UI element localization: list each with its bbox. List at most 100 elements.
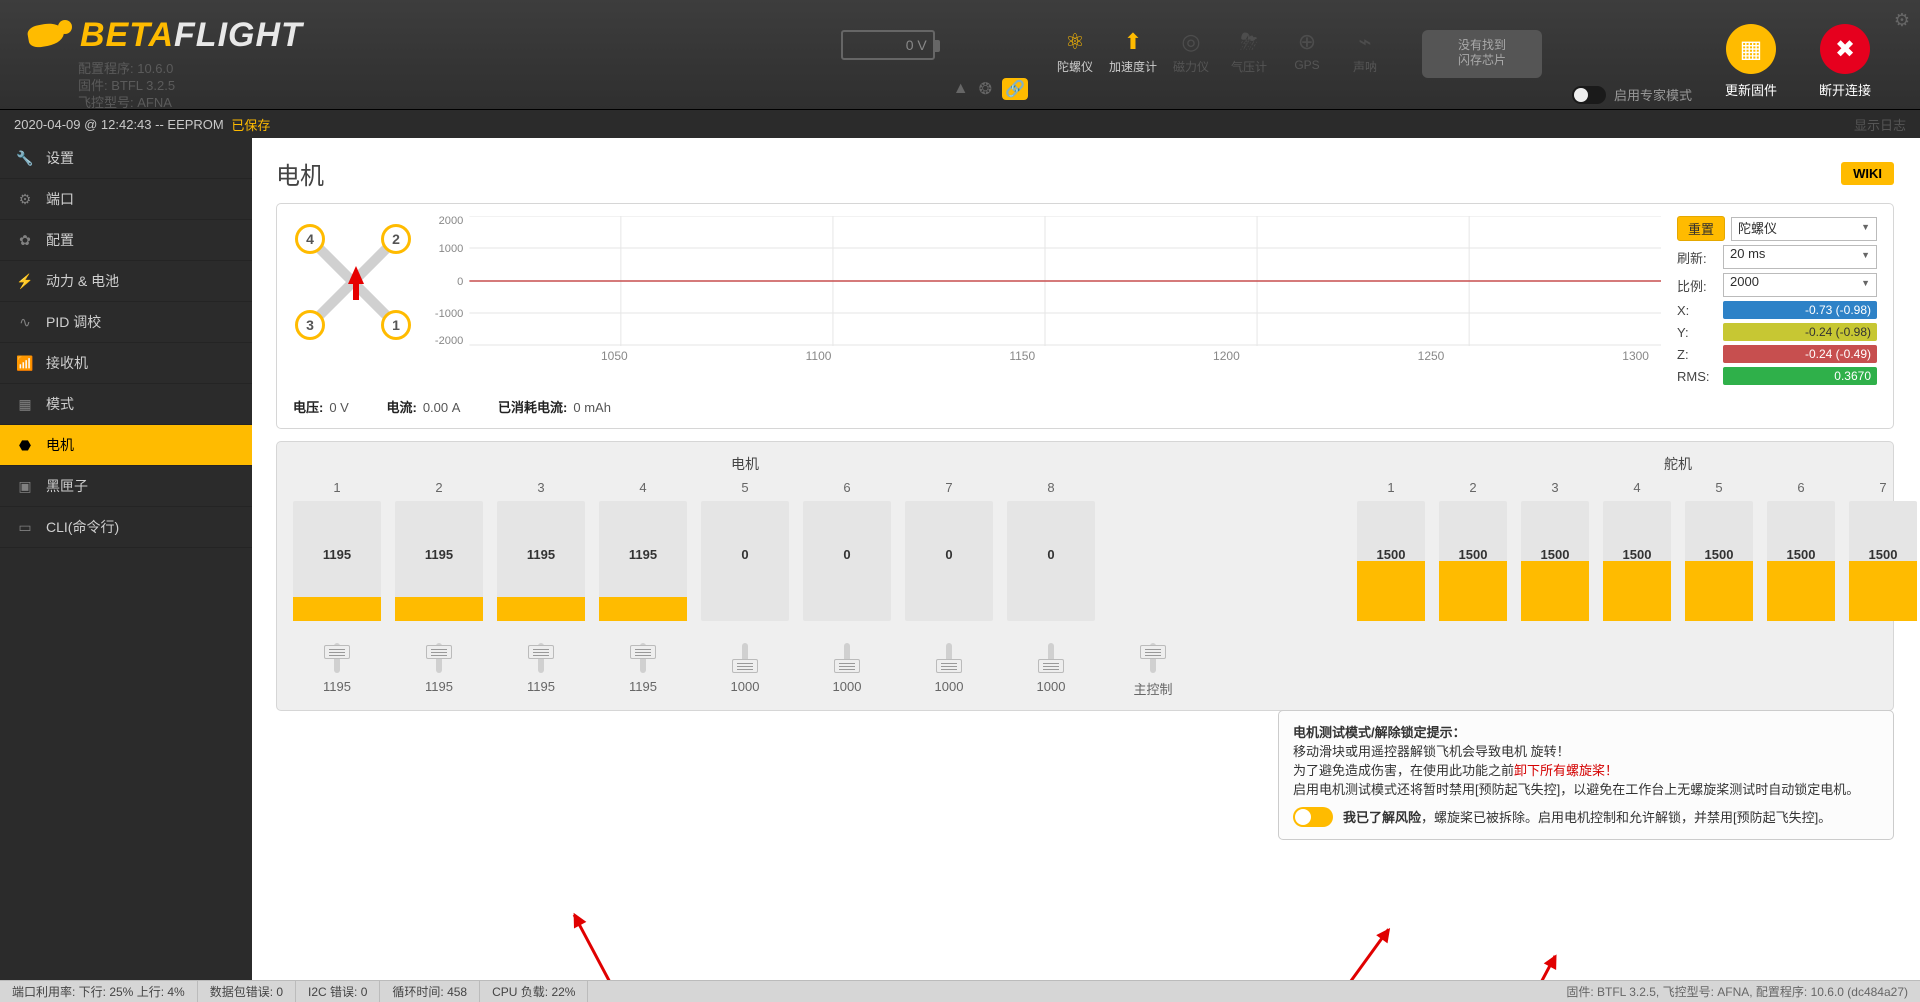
svg-text:1000: 1000 [439,243,464,255]
annotation-arrow-2 [1300,928,1389,980]
footer-port-util: 端口利用率: 下行: 25% 上行: 4% [0,981,198,1002]
forward-arrow-icon [348,266,364,284]
usb-disconnect-icon: ✖ [1820,24,1870,74]
tab-接收机[interactable]: 📶接收机 [0,343,252,384]
sensor-气压计: ⛈气压计 [1222,26,1276,75]
tab-电机[interactable]: ⬣电机 [0,425,252,466]
sensor-磁力仪: ◎磁力仪 [1164,26,1218,75]
page-title: 电机 [276,156,324,191]
sensor-陀螺仪: ⚛陀螺仪 [1048,26,1102,75]
refresh-select[interactable]: 20 ms [1723,245,1877,269]
show-log-button[interactable]: 显示日志 [1854,115,1906,134]
tab-端口[interactable]: ⚙端口 [0,179,252,220]
tab-设置[interactable]: 🔧设置 [0,138,252,179]
motor-slider-1[interactable]: 1195 [293,643,381,698]
sensor-加速度计: ⬆加速度计 [1106,26,1160,75]
motor-bar-4: 41195 [599,480,687,621]
motor-slider-2[interactable]: 1195 [395,643,483,698]
gyro-graph-panel: 42 31 2000 [276,203,1894,429]
expert-mode-switch[interactable] [1572,86,1606,104]
global-settings-icon[interactable]: ⚙ [1894,10,1910,31]
update-firmware-button[interactable]: ▦ 更新固件 [1716,24,1786,109]
motor-slider-6[interactable]: 1000 [803,643,891,698]
y-value: -0.24 (-0.98) [1723,323,1877,341]
motor-bar-6: 60 [803,480,891,621]
footer-i2c-err: I2C 错误: 0 [296,981,380,1002]
motor-bar-5: 50 [701,480,789,621]
power-readout: 电压:0 V 电流:0.00 A 已消耗电流:0 mAh [293,397,1877,416]
tab-PID 调校[interactable]: ∿PID 调校 [0,302,252,343]
motor-test-warning: 电机测试模式/解除锁定提示： 移动滑块或用遥控器解锁飞机会导致电机 旋转！ 为了… [1278,710,1894,840]
svg-text:-2000: -2000 [435,335,463,346]
header-status-icons: ▲ ❂ 🔗 [953,0,1028,109]
battery-indicator: 0 V [841,30,935,60]
sensor-indicators: ⚛陀螺仪⬆加速度计◎磁力仪⛈气压计⊕GPS⌁声呐 [1048,26,1392,109]
motors-title: 电机 [293,454,1197,474]
top-bar: BETAFLIGHT 配置程序: 10.6.0 固件: BTFL 3.2.5 飞… [0,0,1920,110]
motor-layout-diagram: 42 31 [293,222,413,342]
svg-text:2000: 2000 [439,216,464,227]
motor-slider-7[interactable]: 1000 [905,643,993,698]
tab-模式[interactable]: ▦模式 [0,384,252,425]
motor-bar-2: 21195 [395,480,483,621]
servo-bar-1: 11500 [1357,480,1425,621]
tab-CLI(命令行)[interactable]: ▭CLI(命令行) [0,507,252,548]
sensor-GPS: ⊕GPS [1280,26,1334,72]
motor-slider-4[interactable]: 1195 [599,643,687,698]
acknowledge-switch[interactable] [1293,807,1333,827]
warning-icon: ▲ [953,80,969,98]
footer-firmware-info: 固件: BTFL 3.2.5, 飞控型号: AFNA, 配置程序: 10.6.0… [1566,983,1920,1000]
tab-配置[interactable]: ✿配置 [0,220,252,261]
parachute-icon: ❂ [979,79,992,99]
motor-bar-7: 70 [905,480,993,621]
app-logo-text: BETAFLIGHT [80,16,303,55]
sidebar: 🔧设置⚙端口✿配置⚡动力 & 电池∿PID 调校📶接收机▦模式⬣电机▣黑匣子▭C… [0,138,252,980]
servo-bar-2: 21500 [1439,480,1507,621]
chip-icon: ▦ [1726,24,1776,74]
wasp-icon [18,14,76,56]
motor-bar-8: 80 [1007,480,1095,621]
expert-mode-label: 启用专家模式 [1614,85,1692,104]
rms-value: 0.3670 [1723,367,1877,385]
footer-bar: 端口利用率: 下行: 25% 上行: 4% 数据包错误: 0 I2C 错误: 0… [0,980,1920,1002]
svg-text:-1000: -1000 [435,308,463,320]
motor-slider-3[interactable]: 1195 [497,643,585,698]
content-area: 电机 WIKI 42 31 [252,138,1920,980]
log-strip: 2020-04-09 @ 12:42:43 -- EEPROM 已保存 显示日志 [0,110,1920,138]
servo-bar-4: 41500 [1603,480,1671,621]
motor-bar-3: 31195 [497,480,585,621]
annotation-arrow-3 [573,914,631,980]
expert-mode-toggle-row: 启用专家模式 [1572,80,1692,109]
tab-动力 & 电池[interactable]: ⚡动力 & 电池 [0,261,252,302]
master-slider[interactable]: 主控制 [1109,643,1197,698]
footer-cpu-load: CPU 负载: 22% [480,981,588,1002]
footer-packet-err: 数据包错误: 0 [198,981,296,1002]
z-value: -0.24 (-0.49) [1723,345,1877,363]
link-icon: 🔗 [1002,78,1028,100]
reset-button[interactable]: 重置 [1677,216,1725,241]
header-meta: 配置程序: 10.6.0 固件: BTFL 3.2.5 飞控型号: AFNA [78,60,303,111]
footer-cycle-time: 循环时间: 458 [380,981,480,1002]
motor-slider-5[interactable]: 1000 [701,643,789,698]
annotation-arrow-1 [1502,955,1556,980]
logo-block: BETAFLIGHT 配置程序: 10.6.0 固件: BTFL 3.2.5 飞… [0,0,321,109]
source-select[interactable]: 陀螺仪 [1731,217,1877,241]
servo-bar-7: 71500 [1849,480,1917,621]
gyro-chart: 2000 1000 0 -1000 -2000 1050 11001150 12… [429,216,1661,378]
graph-controls: 重置 陀螺仪 刷新:20 ms 比例:2000 X:-0.73 (-0.98) … [1677,216,1877,389]
sensor-声呐: ⌁声呐 [1338,26,1392,75]
scale-select[interactable]: 2000 [1723,273,1877,297]
x-value: -0.73 (-0.98) [1723,301,1877,319]
dataflash-status: 没有找到闪存芯片 [1422,30,1542,78]
servo-bar-6: 61500 [1767,480,1835,621]
servo-bar-5: 51500 [1685,480,1753,621]
svg-text:0: 0 [457,276,463,288]
motor-slider-8[interactable]: 1000 [1007,643,1095,698]
wiki-button[interactable]: WIKI [1841,162,1894,185]
disconnect-button[interactable]: ✖ 断开连接 [1810,24,1880,109]
servos-title: 舵机 [1357,454,1920,474]
servo-bar-3: 31500 [1521,480,1589,621]
motor-bar-1: 11195 [293,480,381,621]
tab-黑匣子[interactable]: ▣黑匣子 [0,466,252,507]
motor-output-panel: 电机 1119521195311954119550607080 1195 1195… [276,441,1894,711]
